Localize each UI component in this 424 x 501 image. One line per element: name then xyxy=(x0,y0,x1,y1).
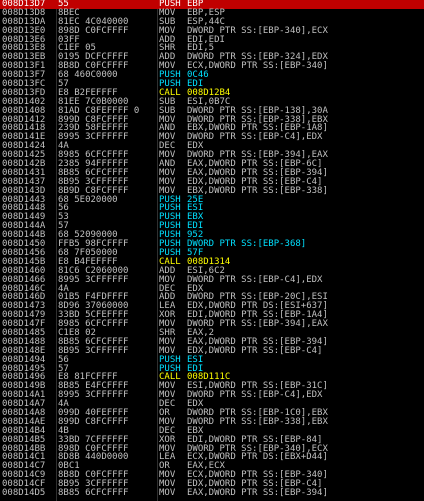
instruction-operands: DWORD PTR SS:[EBP-C4],EDX xyxy=(187,274,323,285)
instruction-hex: 8B85 6CFCFFFF xyxy=(58,487,129,498)
instruction-operands: EAX,DWORD PTR SS:[EBP-394] xyxy=(187,487,328,498)
instruction-address: 008D14D5 xyxy=(2,487,46,498)
instruction-list: 008D13D7 55 PUSH EBP 008D13D8 8BEC MOV EBP,ESP 0… xyxy=(0,0,424,498)
disassembly-view[interactable]: 008D13D7 55 PUSH EBP 008D13D8 8BEC MOV EBP,ESP 0… xyxy=(0,0,424,501)
instruction-operands: DWORD PTR SS:[EBP-368] xyxy=(187,239,307,250)
instruction-operands: DWORD PTR SS:[EBP-C4],EDX xyxy=(187,390,323,401)
instruction-operands: EDX,DWORD PTR SS:[EBP-C4] xyxy=(187,345,323,356)
instruction-operands: DWORD PTR SS:[EBP-338],EBX xyxy=(187,416,328,427)
instruction-row[interactable]: 008D14D5 8B85 6CFCFFFF MOV EAX,DWORD PTR SS… xyxy=(0,487,424,498)
instruction-operands: DWORD PTR SS:[EBP-C4],EDX xyxy=(187,132,323,143)
instruction-mnemonic: MOV xyxy=(159,487,176,498)
instruction-operands: EBX,DWORD PTR SS:[EBP-338] xyxy=(187,185,328,196)
